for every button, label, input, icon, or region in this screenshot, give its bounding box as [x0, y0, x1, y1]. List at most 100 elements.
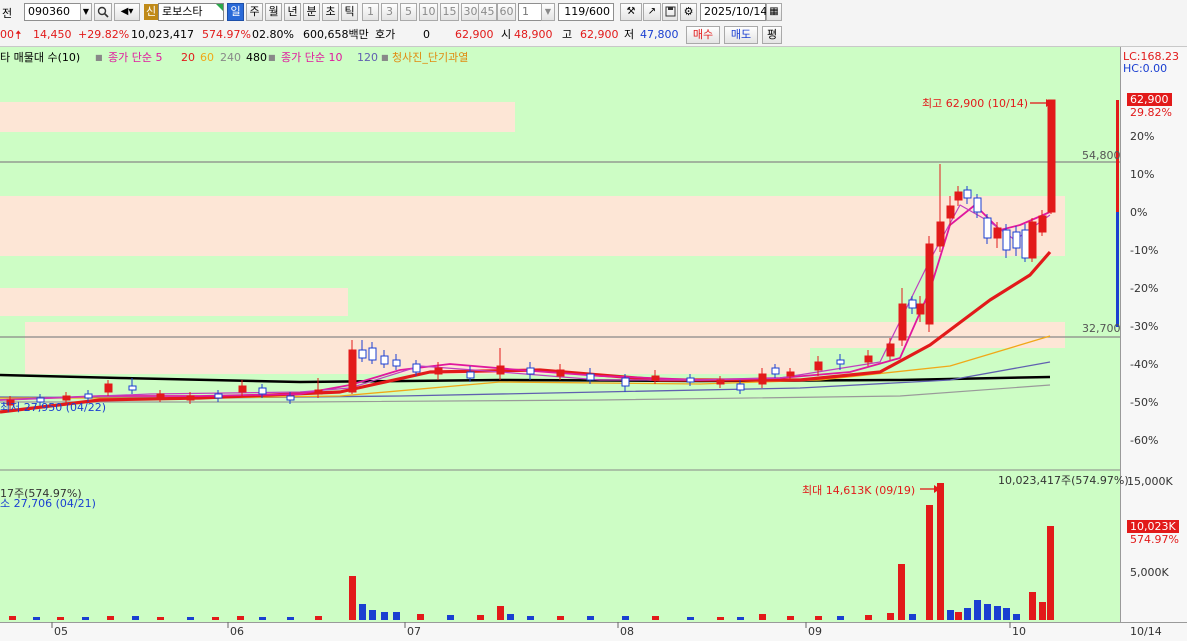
candle-body — [925, 243, 934, 325]
volume-bar — [837, 616, 844, 620]
volume-bar — [259, 617, 266, 620]
volume-bar — [447, 615, 454, 620]
ma240-line — [0, 373, 1051, 384]
volume-now-label: 10,023,417주(574.97%) — [998, 474, 1129, 487]
x-label: 09 — [808, 625, 822, 638]
volume-bar — [737, 617, 744, 620]
volume-bar — [237, 616, 244, 620]
legend-dot-icon: ■ — [268, 53, 276, 62]
candle-body — [214, 393, 223, 399]
volume-bar — [652, 616, 659, 620]
volume-bar — [369, 610, 376, 620]
legend-dot-icon: ■ — [95, 53, 103, 62]
volume-bar — [955, 612, 962, 620]
volume-tick: 15,000K — [1127, 475, 1173, 488]
candle-body — [1012, 231, 1021, 249]
candle-body — [1028, 221, 1037, 259]
volume-bar — [984, 604, 991, 620]
price-tick: -40% — [1130, 358, 1159, 371]
candle-body — [434, 367, 443, 375]
volume-bar — [964, 608, 971, 620]
candle-body — [621, 377, 630, 387]
candle-body — [258, 387, 267, 395]
current-price-tag: 62,900 — [1127, 93, 1172, 106]
volume-bar — [994, 606, 1001, 620]
candle-body — [1047, 99, 1056, 213]
volume-bar — [947, 610, 954, 620]
volume-bar — [359, 604, 366, 620]
candle-body — [1002, 229, 1011, 251]
candle-body — [916, 303, 925, 315]
price-tick: 0% — [1130, 206, 1148, 219]
candle-body — [736, 383, 745, 391]
candle-body — [936, 221, 945, 247]
candle-body — [686, 377, 695, 383]
volume-bar — [132, 616, 139, 620]
current-pct-tag: 29.82% — [1130, 106, 1172, 119]
legend-dot-icon: ■ — [381, 53, 389, 62]
candle-body — [586, 373, 595, 381]
volume-bar — [759, 614, 766, 620]
candle-body — [526, 367, 535, 375]
hc-label: HC:0.00 — [1123, 62, 1168, 75]
candle-body — [104, 383, 113, 393]
price-tick: -10% — [1130, 244, 1159, 257]
volume-bar — [157, 617, 164, 620]
candle-body — [368, 347, 377, 361]
candle-body — [946, 205, 955, 219]
volume-bar — [315, 616, 322, 620]
volume-profile-band — [0, 228, 1065, 256]
volume-profile-band — [0, 196, 1065, 228]
volume-bar — [507, 614, 514, 620]
volume-bar — [815, 616, 822, 620]
legend-ma60: 60 — [200, 51, 214, 64]
volume-bar — [865, 615, 872, 620]
candle-body — [814, 361, 823, 371]
candle-body — [556, 369, 565, 377]
volume-min-label: 소 27,706 (04/21) — [0, 497, 96, 510]
volume-bar — [1029, 592, 1036, 620]
volume-bar — [57, 617, 64, 620]
level-high-label: 54,800 — [1082, 149, 1121, 162]
volume-bar — [393, 612, 400, 620]
level-low-label: 32,700 — [1082, 322, 1121, 335]
price-tick: 10% — [1130, 168, 1155, 181]
volume-bar — [287, 617, 294, 620]
candle-body — [651, 375, 660, 381]
low-price-annotation: 최저 27,950 (04/22) — [0, 401, 107, 414]
legend-ma-long: 종가 단순 10 — [281, 51, 343, 64]
volume-bar — [527, 616, 534, 620]
legend-volume-profile: 타 매물대 수(10) — [0, 51, 81, 64]
volume-bar — [926, 505, 933, 620]
candle-body — [128, 385, 137, 391]
volume-current-tag: 10,023K — [1127, 520, 1179, 533]
x-label: 05 — [54, 625, 68, 638]
max-price-annotation: 최고 62,900 (10/14) — [922, 97, 1029, 110]
candle-body — [1021, 229, 1030, 259]
price-tick: 20% — [1130, 130, 1155, 143]
volume-bar — [622, 616, 629, 620]
candle-body — [84, 393, 93, 399]
volume-bar — [212, 617, 219, 620]
legend-signal: 청사진_단기과열 — [392, 51, 469, 64]
volume-bar — [898, 564, 905, 620]
volume-bar — [687, 617, 694, 620]
volume-current-pct: 574.97% — [1130, 533, 1179, 546]
volume-bar — [417, 614, 424, 620]
candle-body — [786, 371, 795, 377]
x-label-last: 10/14 — [1130, 625, 1162, 638]
candle-body — [716, 379, 725, 385]
candle-body — [412, 363, 421, 373]
x-label: 08 — [620, 625, 634, 638]
candle-body — [993, 227, 1002, 239]
volume-bar — [1039, 602, 1046, 620]
volume-bar — [587, 616, 594, 620]
price-tick: -60% — [1130, 434, 1159, 447]
candle-body — [62, 395, 71, 401]
candle-body — [156, 393, 165, 399]
candle-body — [758, 373, 767, 385]
x-label: 10 — [1012, 625, 1026, 638]
volume-profile-band — [0, 102, 515, 132]
candle-body — [886, 343, 895, 357]
legend-ma120: 120 — [357, 51, 378, 64]
